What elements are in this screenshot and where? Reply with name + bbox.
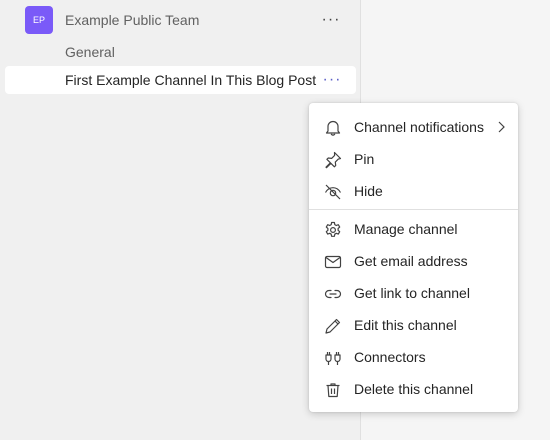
- menu-item-get-link-to-channel[interactable]: Get link to channel: [309, 277, 518, 309]
- connectors-icon: [323, 348, 343, 368]
- channel-label: First Example Channel In This Blog Post: [65, 72, 317, 88]
- channel-item-selected[interactable]: First Example Channel In This Blog Post …: [5, 66, 356, 94]
- channel-more-options-button[interactable]: ···: [320, 68, 344, 92]
- menu-item-label: Pin: [354, 151, 375, 167]
- menu-item-connectors[interactable]: Connectors: [309, 341, 518, 373]
- menu-item-label: Hide: [354, 183, 383, 199]
- menu-item-label: Get email address: [354, 253, 468, 269]
- link-icon: [323, 284, 343, 304]
- pin-icon: [323, 150, 343, 170]
- menu-item-label: Channel notifications: [354, 119, 484, 135]
- team-row[interactable]: EP Example Public Team ···: [5, 4, 355, 34]
- menu-item-label: Edit this channel: [354, 317, 457, 333]
- menu-item-label: Get link to channel: [354, 285, 470, 301]
- menu-item-label: Manage channel: [354, 221, 458, 237]
- menu-item-get-email-address[interactable]: Get email address: [309, 245, 518, 277]
- menu-item-label: Connectors: [354, 349, 426, 365]
- menu-separator: [309, 209, 518, 210]
- gear-icon: [323, 220, 343, 240]
- chevron-right-icon: [496, 120, 506, 134]
- menu-item-hide[interactable]: Hide: [309, 175, 518, 207]
- team-name: Example Public Team: [65, 12, 200, 28]
- channel-item-general[interactable]: General: [5, 38, 356, 66]
- pencil-icon: [323, 316, 343, 336]
- menu-item-delete-this-channel[interactable]: Delete this channel: [309, 373, 518, 405]
- trash-icon: [323, 380, 343, 400]
- channel-label: General: [65, 44, 115, 60]
- eye-off-icon: [323, 182, 343, 202]
- sidebar: EP Example Public Team ··· General First…: [0, 0, 360, 440]
- menu-item-edit-this-channel[interactable]: Edit this channel: [309, 309, 518, 341]
- menu-item-label: Delete this channel: [354, 381, 474, 397]
- team-more-options-button[interactable]: ···: [319, 8, 343, 32]
- menu-item-channel-notifications[interactable]: Channel notifications: [309, 111, 518, 143]
- team-avatar: EP: [25, 6, 53, 34]
- menu-item-manage-channel[interactable]: Manage channel: [309, 213, 518, 245]
- menu-item-pin[interactable]: Pin: [309, 143, 518, 175]
- channel-context-menu: Channel notifications Pin Hide Manage ch…: [309, 103, 518, 412]
- mail-icon: [323, 252, 343, 272]
- bell-icon: [323, 118, 343, 138]
